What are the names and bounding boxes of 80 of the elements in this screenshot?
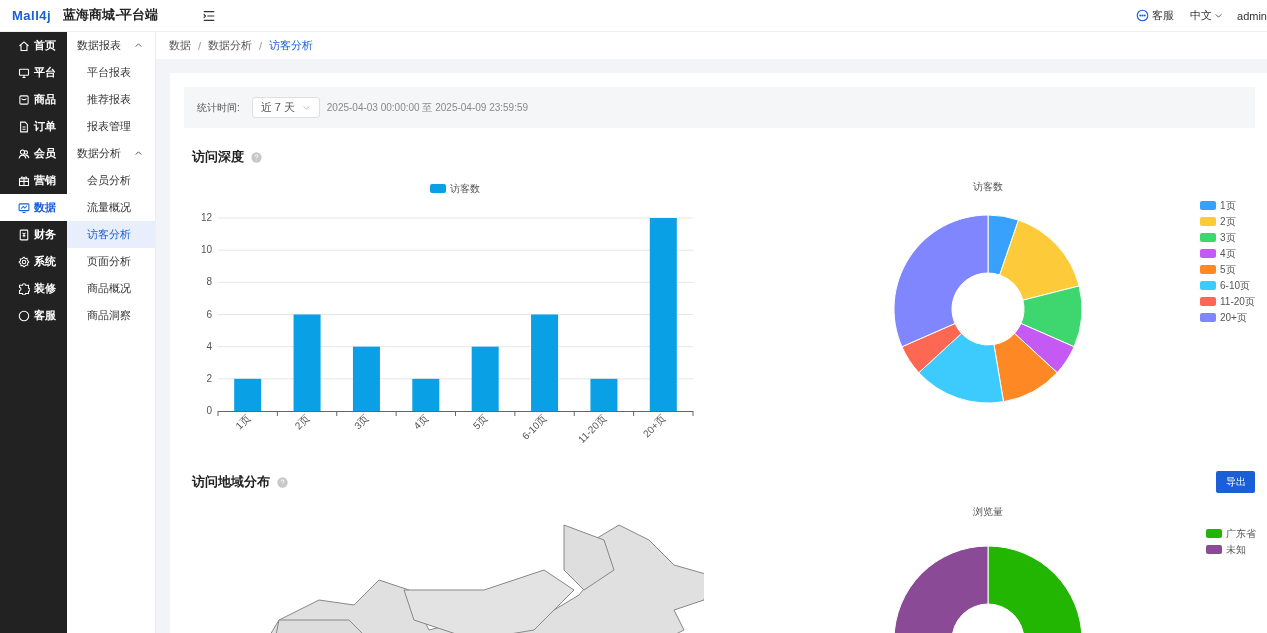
- menu-group[interactable]: 数据报表: [67, 32, 155, 59]
- axis-label: 4: [206, 340, 212, 352]
- language-dropdown[interactable]: 中文: [1190, 8, 1224, 23]
- breadcrumb-link[interactable]: 数据: [169, 38, 191, 53]
- filter-label: 统计时间:: [197, 100, 240, 115]
- submenu-item[interactable]: 商品概况: [67, 275, 155, 302]
- chart-title: 浏览量: [973, 506, 1003, 517]
- people-icon: [18, 147, 30, 160]
- breadcrumb-link[interactable]: 数据分析: [208, 38, 253, 53]
- caret-icon: [134, 149, 143, 158]
- logo: Mall4j: [12, 8, 52, 23]
- period-select[interactable]: 近 7 天: [251, 97, 320, 118]
- support-link[interactable]: 客服: [1136, 8, 1175, 23]
- legend-label: 3页: [1220, 232, 1236, 243]
- submenu-item[interactable]: 页面分析: [67, 248, 155, 275]
- submenu-item[interactable]: 商品洞察: [67, 302, 155, 329]
- breadcrumb-link[interactable]: 访客分析: [269, 38, 314, 53]
- puzzle-icon: [18, 282, 30, 295]
- breadcrumb-separator: /: [198, 39, 202, 52]
- submenu-item[interactable]: 平台报表: [67, 59, 155, 86]
- gift-icon: [18, 174, 30, 187]
- document-icon: [18, 120, 30, 133]
- axis-label: 6: [206, 308, 212, 320]
- legend-label: 20+页: [1220, 312, 1247, 323]
- menu-item[interactable]: 系统: [0, 248, 67, 275]
- submenu-item[interactable]: 报表管理: [67, 113, 155, 140]
- section-title: 访问地域分布: [192, 473, 270, 491]
- submenu-item[interactable]: 会员分析: [67, 167, 155, 194]
- menu-item[interactable]: 平台: [0, 59, 67, 86]
- menu-item[interactable]: 商品: [0, 86, 67, 113]
- submenu-item[interactable]: 推荐报表: [67, 86, 155, 113]
- axis-label: 10: [200, 244, 212, 256]
- menu-toggle-icon[interactable]: [202, 8, 217, 23]
- axis-label: 2页: [292, 412, 312, 432]
- axis-label: 0: [206, 405, 212, 416]
- legend-label: 4页: [1220, 248, 1236, 259]
- caret-icon: [134, 41, 143, 50]
- menu-item[interactable]: 首页: [0, 32, 67, 59]
- chart-icon: [18, 201, 30, 214]
- menu-group[interactable]: 数据分析: [67, 140, 155, 167]
- help-icon: [277, 476, 288, 488]
- menu-item[interactable]: 装修: [0, 275, 67, 302]
- user-name[interactable]: admin: [1237, 9, 1267, 22]
- breadcrumb-separator: /: [259, 39, 263, 52]
- menu-item[interactable]: 数据: [0, 194, 67, 221]
- menu-item[interactable]: 营销: [0, 167, 67, 194]
- menu-item[interactable]: 会员: [0, 140, 67, 167]
- legend-label: 1页: [1220, 200, 1236, 211]
- menu-item[interactable]: 订单: [0, 113, 67, 140]
- axis-label: 4页: [411, 412, 431, 432]
- axis-label: 2: [206, 372, 212, 384]
- axis-label: 8: [206, 276, 212, 288]
- date-range: 2025-04-03 00:00:00 至 2025-04-09 23:59:59: [326, 100, 529, 115]
- legend-label: 广东省: [1226, 528, 1256, 539]
- help-icon: [251, 151, 262, 163]
- caret-icon: [301, 103, 311, 112]
- submenu-item[interactable]: 访客分析: [67, 221, 155, 248]
- gear-icon: [18, 255, 30, 268]
- submenu-item[interactable]: 流量概况: [67, 194, 155, 221]
- legend-label: 11-20页: [1220, 296, 1255, 307]
- legend-label: 6-10页: [1220, 280, 1250, 291]
- bag-icon: [18, 93, 30, 106]
- section-title: 访问深度: [192, 148, 244, 166]
- app-title: 蓝海商城-平台端: [63, 7, 159, 24]
- chart-title: 访客数: [973, 181, 1003, 192]
- axis-label: 3页: [352, 412, 371, 432]
- axis-label: 1页: [233, 412, 253, 432]
- axis-label: 20+页: [640, 412, 668, 440]
- home-icon: [18, 39, 30, 52]
- legend-label: 未知: [1226, 544, 1246, 555]
- monitor-icon: [18, 66, 30, 79]
- export-button[interactable]: 导出: [1216, 471, 1255, 493]
- caret-icon: [1214, 11, 1224, 20]
- menu-item[interactable]: 客服: [0, 302, 67, 329]
- axis-label: 5页: [470, 412, 490, 432]
- legend-label: 5页: [1220, 264, 1236, 275]
- axis-label: 12: [200, 212, 212, 223]
- legend-label: 2页: [1220, 216, 1236, 227]
- menu-item[interactable]: 财务: [0, 221, 67, 248]
- legend-label: 访客数: [450, 183, 480, 194]
